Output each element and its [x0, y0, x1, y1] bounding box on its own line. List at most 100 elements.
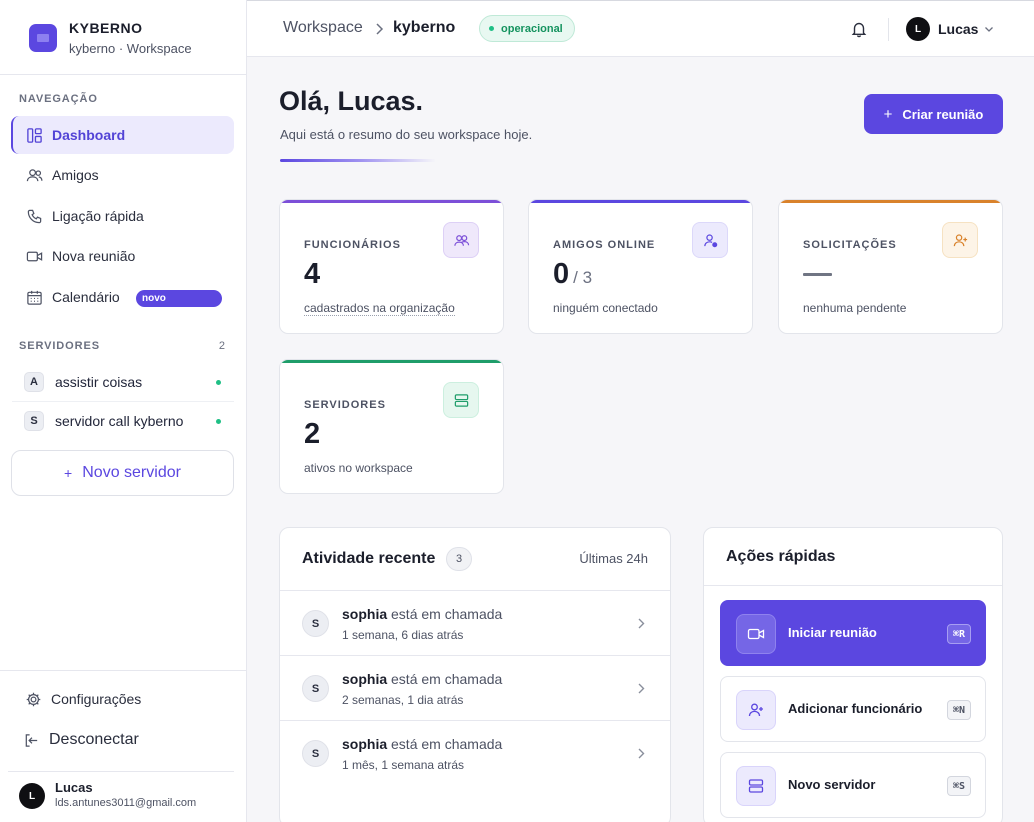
sidebar-item-calendario[interactable]: Calendário novo — [11, 278, 234, 316]
stat-card-amigos-online[interactable]: AMIGOS ONLINE 0/ 3 ninguém conectado — [528, 199, 753, 334]
server-avatar: A — [24, 372, 44, 392]
online-status-dot — [216, 380, 221, 385]
new-server-button[interactable]: + Novo servidor — [11, 450, 234, 496]
recent-activity-panel: Atividade recente 3 Últimas 24h S sophia… — [279, 527, 671, 822]
activity-time: 1 mês, 1 semana atrás — [342, 758, 465, 772]
stat-card-servidores[interactable]: SERVIDORES 2 ativos no workspace — [279, 359, 504, 494]
server-item-assistir-coisas[interactable]: A assistir coisas — [12, 364, 234, 400]
sidebar-item-label: Amigos — [52, 167, 99, 183]
page-subtitle: Aqui está o resumo do seu workspace hoje… — [280, 127, 533, 142]
keyboard-shortcut: ⌘S — [946, 776, 971, 796]
divider — [0, 670, 246, 671]
gear-icon — [24, 690, 42, 708]
settings-link[interactable]: Configurações — [24, 690, 141, 708]
new-server-label: Novo servidor — [82, 464, 181, 481]
sidebar-item-label: Ligação rápida — [52, 208, 144, 224]
server-name: servidor call kyberno — [55, 413, 184, 429]
divider — [888, 18, 889, 41]
avatar[interactable]: L — [19, 783, 45, 809]
activity-row[interactable]: S sophia está em chamada 2 semanas, 1 di… — [280, 655, 670, 720]
card-accent-bar — [529, 200, 752, 203]
stat-card-funcionarios[interactable]: FUNCIONÁRIOS 4 cadastrados na organizaçã… — [279, 199, 504, 334]
chevron-down-icon[interactable] — [983, 23, 995, 35]
quick-action-label: Novo servidor — [788, 777, 876, 792]
logout-label: Desconectar — [49, 731, 139, 748]
keyboard-shortcut: ⌘N — [946, 700, 971, 720]
sidebar-item-amigos[interactable]: Amigos — [11, 156, 234, 194]
new-server-quick-button[interactable]: Novo servidor ⌘S — [720, 752, 986, 818]
card-accent-bar — [280, 200, 503, 203]
card-accent-bar — [280, 360, 503, 363]
plus-icon: + — [64, 465, 73, 481]
activity-row[interactable]: S sophia está em chamada 1 semana, 6 dia… — [280, 590, 670, 655]
bell-icon[interactable] — [850, 20, 868, 38]
video-icon — [25, 247, 43, 265]
stat-value: 0/ 3 — [553, 258, 593, 290]
online-status-dot — [216, 419, 221, 424]
divider — [704, 585, 1002, 586]
servers-count: 2 — [218, 340, 225, 352]
create-meeting-button[interactable]: + Criar reunião — [864, 94, 1003, 134]
sidebar-item-ligacao-rapida[interactable]: Ligação rápida — [11, 197, 234, 235]
sidebar-item-label: Calendário — [52, 289, 120, 305]
sidebar-item-nova-reuniao[interactable]: Nova reunião — [11, 237, 234, 275]
stat-card-solicitacoes[interactable]: SOLICITAÇÕES nenhuma pendente — [778, 199, 1003, 334]
activity-row[interactable]: S sophia está em chamada 1 mês, 1 semana… — [280, 720, 670, 785]
status-dot — [489, 26, 494, 31]
stat-value: 4 — [304, 258, 321, 290]
activity-count-badge: 3 — [446, 547, 472, 571]
logout-icon — [22, 731, 40, 749]
stat-subtext: ninguém conectado — [553, 301, 658, 315]
title-underline — [280, 159, 436, 162]
stat-empty-value — [803, 273, 832, 276]
server-icon — [736, 766, 776, 806]
activity-time: 1 semana, 6 dias atrás — [342, 628, 464, 642]
logout-button[interactable]: Desconectar — [22, 731, 139, 749]
panel-title: Ações rápidas — [726, 548, 836, 565]
add-employee-button[interactable]: Adicionar funcionário ⌘N — [720, 676, 986, 742]
users-icon — [25, 166, 43, 184]
user-name: Lucas — [55, 780, 93, 795]
activity-range[interactable]: Últimas 24h — [579, 551, 648, 566]
sidebar-item-dashboard[interactable]: Dashboard — [11, 116, 234, 154]
avatar[interactable]: L — [906, 17, 930, 41]
nav-section-label: NAVEGAÇÃO — [19, 93, 98, 105]
stat-subtext: cadastrados na organização — [304, 301, 455, 316]
dashboard-icon — [25, 126, 43, 144]
user-plus-icon — [942, 222, 978, 258]
quick-actions-panel: Ações rápidas Iniciar reunião ⌘R Adicion… — [703, 527, 1003, 822]
brand-subtitle: kyberno · Workspace — [69, 41, 192, 56]
calendar-icon — [25, 288, 43, 306]
breadcrumb-current: kyberno — [393, 19, 456, 36]
settings-label: Configurações — [51, 691, 142, 707]
chevron-right-icon — [638, 683, 645, 694]
avatar: S — [302, 740, 329, 767]
chevron-right-icon — [376, 23, 384, 35]
card-accent-bar — [779, 200, 1002, 203]
start-meeting-button[interactable]: Iniciar reunião ⌘R — [720, 600, 986, 666]
stat-label: SERVIDORES — [304, 399, 386, 411]
create-meeting-label: Criar reunião — [902, 106, 984, 122]
divider — [12, 401, 234, 402]
stat-label: AMIGOS ONLINE — [553, 239, 656, 251]
breadcrumb-workspace[interactable]: Workspace — [283, 19, 363, 37]
server-item-servidor-call-kyberno[interactable]: S servidor call kyberno — [12, 403, 234, 439]
brand-header[interactable]: KYBERNO kyberno · Workspace — [0, 0, 246, 75]
stat-value: 2 — [304, 418, 321, 450]
quick-action-label: Adicionar funcionário — [788, 701, 923, 716]
activity-text: sophia está em chamada — [342, 736, 503, 752]
user-plus-icon — [736, 690, 776, 730]
sidebar-item-label: Dashboard — [52, 127, 126, 143]
user-menu-name[interactable]: Lucas — [938, 21, 978, 37]
new-badge: novo — [136, 290, 222, 307]
keyboard-shortcut: ⌘R — [946, 624, 971, 644]
status-label: operacional — [501, 22, 563, 35]
activity-text: sophia está em chamada — [342, 671, 503, 687]
phone-icon — [25, 207, 43, 225]
chevron-right-icon — [638, 748, 645, 759]
brand-name: KYBERNO — [69, 20, 143, 36]
top-header: Workspace kyberno operacional L Lucas — [247, 0, 1034, 57]
video-icon — [736, 614, 776, 654]
server-icon — [443, 382, 479, 418]
activity-time: 2 semanas, 1 dia atrás — [342, 693, 464, 707]
